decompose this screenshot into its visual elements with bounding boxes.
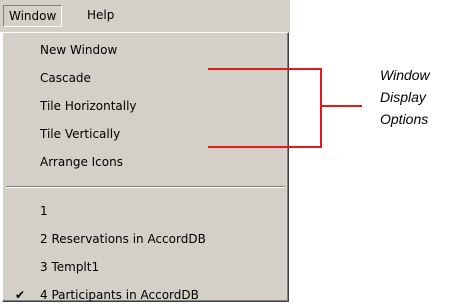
callout-bottom-line <box>208 146 322 148</box>
callout-pointer-line <box>322 105 362 107</box>
menu-window[interactable]: Window <box>3 5 63 27</box>
menu-item-window-2[interactable]: 2 Reservations in AccordDB <box>3 227 288 251</box>
menu-separator <box>6 186 285 188</box>
callout-label: Window Display Options <box>380 64 456 130</box>
window-menu-dropdown: New Window Cascade Tile Horizontally Til… <box>2 32 289 302</box>
callout-line-3: Options <box>380 111 429 127</box>
menu-item-new-window[interactable]: New Window <box>3 38 288 62</box>
menu-item-tile-horizontally[interactable]: Tile Horizontally <box>3 94 288 118</box>
menu-bar: Window Help <box>0 0 290 32</box>
callout-top-line <box>208 68 322 70</box>
callout-vertical-line <box>320 68 322 148</box>
menu-item-window-3[interactable]: 3 Templt1 <box>3 255 288 279</box>
checkmark-icon: ✔ <box>15 288 26 302</box>
callout-line-2: Display <box>380 89 426 105</box>
menu-item-window-4-label: 4 Participants in AccordDB <box>40 288 199 302</box>
callout-line-1: Window <box>380 67 430 83</box>
menu-item-window-1[interactable]: 1 <box>3 199 288 223</box>
menu-help[interactable]: Help <box>82 5 119 27</box>
menu-item-arrange-icons[interactable]: Arrange Icons <box>3 150 288 174</box>
menu-item-tile-vertically[interactable]: Tile Vertically <box>3 122 288 146</box>
menu-item-window-4[interactable]: ✔ 4 Participants in AccordDB <box>3 283 288 307</box>
